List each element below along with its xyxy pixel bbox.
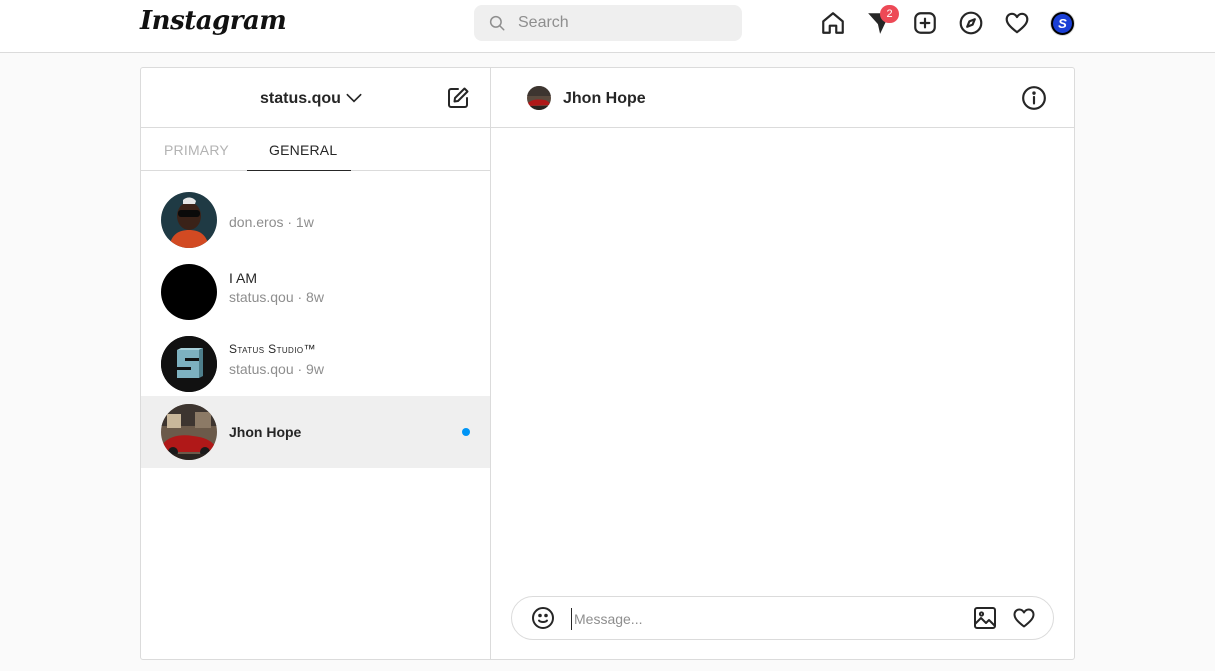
active-tab-indicator — [247, 170, 351, 171]
thread-name: Jhon Hope — [229, 424, 302, 440]
new-post-icon[interactable] — [912, 10, 938, 36]
emoji-icon[interactable] — [531, 606, 555, 630]
inbox-header: status.qou — [141, 68, 490, 128]
explore-icon[interactable] — [958, 10, 984, 36]
conversation-title[interactable]: Jhon Hope — [563, 90, 646, 108]
thread-jhon-hope[interactable]: Jhon Hope — [141, 396, 490, 468]
search-input[interactable] — [518, 14, 718, 32]
avatar — [161, 264, 217, 320]
profile-initial: S — [1053, 14, 1072, 33]
conversation-avatar[interactable] — [527, 86, 551, 110]
account-switcher-label[interactable]: status.qou — [260, 90, 341, 108]
conversation-header: Jhon Hope — [491, 68, 1074, 128]
direct-unread-badge: 2 — [880, 5, 899, 23]
thread-meta: status.qou · 9w — [229, 361, 324, 377]
thread-name: Status Studio™ — [229, 342, 316, 356]
thread-name: I AM — [229, 270, 258, 286]
top-navigation-bar: Instagram 2 S — [0, 0, 1215, 53]
message-composer — [511, 596, 1054, 640]
profile-avatar[interactable]: S — [1050, 11, 1075, 36]
tab-general[interactable]: GENERAL — [269, 142, 337, 158]
thread-meta: status.qou · 8w — [229, 289, 324, 305]
new-message-icon[interactable] — [446, 86, 470, 110]
instagram-logo[interactable]: Instagram — [140, 6, 287, 36]
inbox-column: status.qou PRIMARY GENERAL don.eros · 1w… — [141, 68, 491, 659]
avatar — [161, 192, 217, 248]
home-icon[interactable] — [820, 10, 846, 36]
thread-status-studio[interactable]: Status Studio™ status.qou · 9w — [141, 328, 490, 400]
thread-don-eros[interactable]: don.eros · 1w — [141, 184, 490, 256]
conversation-column: Jhon Hope — [491, 68, 1074, 659]
tab-primary[interactable]: PRIMARY — [164, 142, 229, 158]
avatar — [161, 336, 217, 392]
unread-indicator — [462, 428, 470, 436]
inbox-tabs: PRIMARY GENERAL — [141, 128, 490, 171]
like-heart-icon[interactable] — [1012, 606, 1036, 630]
direct-messages-panel: status.qou PRIMARY GENERAL don.eros · 1w… — [140, 67, 1075, 660]
image-icon[interactable] — [973, 606, 997, 630]
info-icon[interactable] — [1021, 85, 1047, 111]
search-icon — [489, 15, 505, 31]
chevron-down-icon[interactable] — [344, 88, 364, 108]
thread-meta: don.eros · 1w — [229, 214, 314, 230]
thread-i-am[interactable]: I AM status.qou · 8w — [141, 256, 490, 328]
message-input[interactable] — [571, 608, 951, 630]
search-box[interactable] — [474, 5, 742, 41]
avatar — [161, 404, 217, 460]
activity-heart-icon[interactable] — [1004, 10, 1030, 36]
